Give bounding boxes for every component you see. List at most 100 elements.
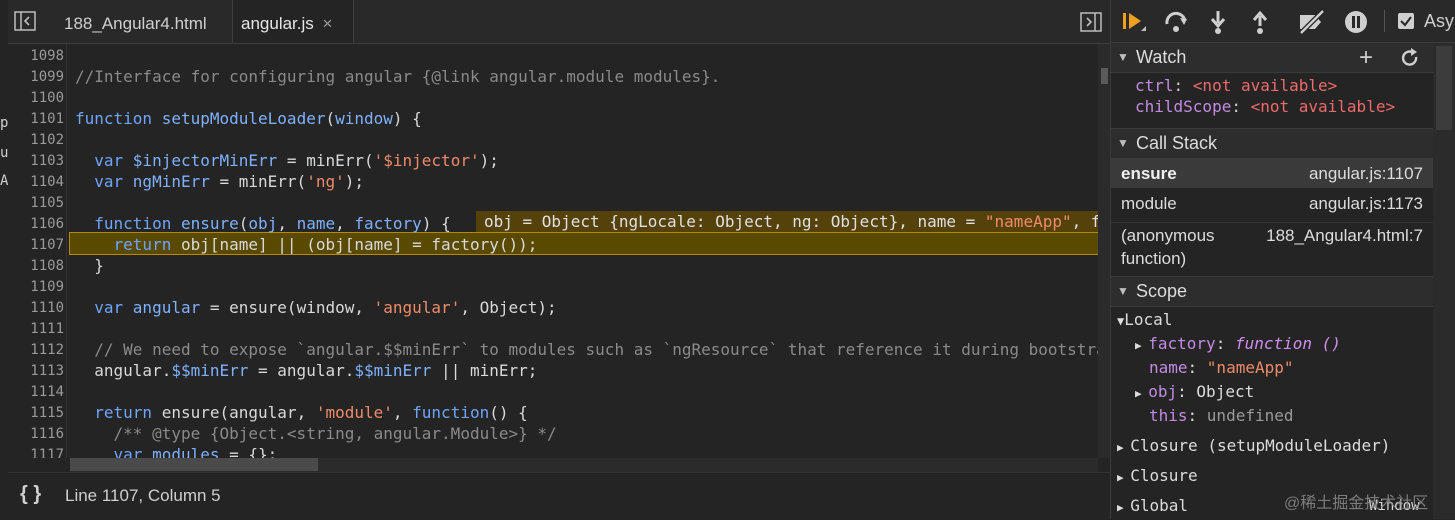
line-number[interactable]: 1106 [8,216,64,232]
scope-property[interactable]: this: undefined [1149,406,1294,425]
call-frame[interactable]: (anonymous function) 188_Angular4.html:7 [1111,222,1433,275]
code-line[interactable]: angular.$$minErr = angular.$$minErr || m… [75,361,537,380]
code-line[interactable]: //Interface for configuring angular {@li… [75,67,720,86]
watch-title: Watch [1136,47,1187,67]
line-number[interactable]: 1114 [8,384,64,400]
code-token: ngMinErr [132,172,210,191]
watch-section-header[interactable]: ▼ Watch + [1111,42,1455,73]
collapse-triangle-icon: ▼ [1117,136,1129,150]
frame-name: ensure [1121,164,1177,183]
line-number[interactable]: 1113 [8,363,64,379]
line-number[interactable]: 1115 [8,405,64,421]
code-token: //Interface for configuring angular {@li… [75,67,721,86]
editor-vertical-scrollbar[interactable] [1098,44,1110,458]
line-number[interactable]: 1108 [8,258,64,274]
line-number[interactable]: 1109 [8,279,64,295]
scope-property[interactable]: ▶ obj: Object [1135,382,1254,401]
code-token: , [335,214,355,233]
code-line[interactable]: function ensure(obj, name, factory) { [75,214,451,233]
close-icon[interactable]: × [323,14,333,33]
line-number[interactable]: 1105 [8,195,64,211]
scope-closure[interactable]: ▶ Closure [1117,466,1198,485]
pause-on-exceptions-icon[interactable] [1343,9,1369,35]
line-number[interactable]: 1102 [8,132,64,148]
tab-188-angular4-html[interactable]: 188_Angular4.html [52,0,219,43]
code-token: = minErr( [209,172,307,191]
line-number[interactable]: 1099 [8,69,64,85]
toggle-debugger-icon[interactable] [1080,12,1102,32]
step-over-icon[interactable] [1163,9,1189,35]
code-line[interactable]: var modules = {}; [75,445,278,458]
code-token: obj[name] || (obj[name] = factory()); [180,235,538,254]
code-line[interactable]: var angular = ensure(window, 'angular', … [75,298,556,317]
call-stack-section-header[interactable]: ▼ Call Stack [1111,128,1455,159]
code-token: 'module' [315,403,393,422]
line-number[interactable]: 1103 [8,153,64,169]
line-number[interactable]: 1104 [8,174,64,190]
scope-section-header[interactable]: ▼ Scope [1111,276,1455,307]
code-line[interactable]: /** @type {Object.<string, angular.Modul… [75,424,557,443]
step-out-icon[interactable] [1247,9,1273,35]
resume-icon[interactable] [1121,9,1147,35]
line-number[interactable]: 1107 [8,237,64,253]
frame-location: angular.js:1173 [1308,194,1423,213]
step-into-icon[interactable] [1205,9,1231,35]
async-checkbox-label: Asy [1424,11,1455,31]
code-token: || minErr; [431,361,538,380]
expand-triangle-icon: ▶ [1135,339,1149,352]
code-area[interactable]: 1098 1099 1100 1101 1102 1103 1104 1105 1106 1107… [8,44,1098,458]
code-line[interactable]: return obj[name] || (obj[name] = factory… [75,235,538,254]
line-number[interactable]: 1111 [8,321,64,337]
watch-expression[interactable]: childScope: <not available> [1135,97,1395,116]
line-number[interactable]: 1116 [8,426,64,442]
debugger-sidebar: Asy ▼ Watch + ctrl: <not available> chil… [1111,0,1455,519]
line-number[interactable]: 1100 [8,90,64,106]
refresh-icon[interactable] [1400,48,1420,68]
scope-property[interactable]: ▶ factory: function () [1135,334,1341,353]
scope-local[interactable]: ▼Local [1117,310,1172,329]
watch-expression[interactable]: ctrl: <not available> [1135,76,1337,95]
code-line[interactable]: function setupModuleLoader(window) { [75,109,422,128]
line-number[interactable]: 1110 [8,300,64,316]
code-token: '$injector' [373,151,480,170]
code-line[interactable]: var ngMinErr = minErr('ng'); [75,172,364,191]
sliver-text: p [0,115,8,131]
code-token: window [335,109,393,128]
code-token: /** @type {Object.<string, angular.Modul… [75,424,557,443]
tab-angular-js[interactable]: angular.js × [232,0,354,43]
code-token: = {}; [219,445,278,458]
call-frame-selected[interactable]: ensure angular.js:1107 [1111,159,1433,188]
line-number[interactable]: 1098 [8,48,64,64]
code-line[interactable]: // We need to expose `angular.$$minErr` … [75,340,1098,359]
add-watch-icon[interactable]: + [1359,43,1373,72]
line-number-gutter[interactable]: 1098 1099 1100 1101 1102 1103 1104 1105 1106 1107… [8,44,67,458]
expand-triangle-icon: ▶ [1117,471,1131,484]
deactivate-breakpoints-icon[interactable] [1297,9,1325,35]
code-token: = angular. [248,361,355,380]
frame-location: 188_Angular4.html:7 [1266,226,1423,245]
line-number[interactable]: 1101 [8,111,64,127]
code-token: angular [132,298,201,317]
scope-closure[interactable]: ▶ Closure (setupModuleLoader) [1117,436,1390,455]
pretty-print-button[interactable]: { } [20,483,41,506]
code-token: function [412,403,490,422]
code-line[interactable]: var $injectorMinErr = minErr('$injector'… [75,151,499,170]
line-number[interactable]: 1112 [8,342,64,358]
code-token: var [94,172,133,191]
frame-name: module [1121,194,1177,213]
toggle-navigator-icon[interactable] [14,11,36,31]
line-number[interactable]: 1117 [8,447,64,458]
call-frame[interactable]: module angular.js:1173 [1111,189,1433,219]
code-token: function [75,109,162,128]
code-line[interactable]: } [75,256,104,275]
code-line[interactable]: return ensure(angular, 'module', functio… [75,403,527,422]
async-checkbox[interactable] [1398,13,1414,29]
scope-global[interactable]: ▶ Global [1117,496,1188,515]
scope-property[interactable]: name: "nameApp" [1149,358,1294,377]
editor-vertical-scroll-thumb[interactable] [1101,68,1108,84]
frame-location: angular.js:1107 [1308,164,1423,183]
sidebar-scroll-thumb[interactable] [1436,46,1452,130]
code-token: ) { [421,214,451,233]
editor-horizontal-scroll-thumb[interactable] [70,458,318,471]
code-token: factory [354,214,422,233]
